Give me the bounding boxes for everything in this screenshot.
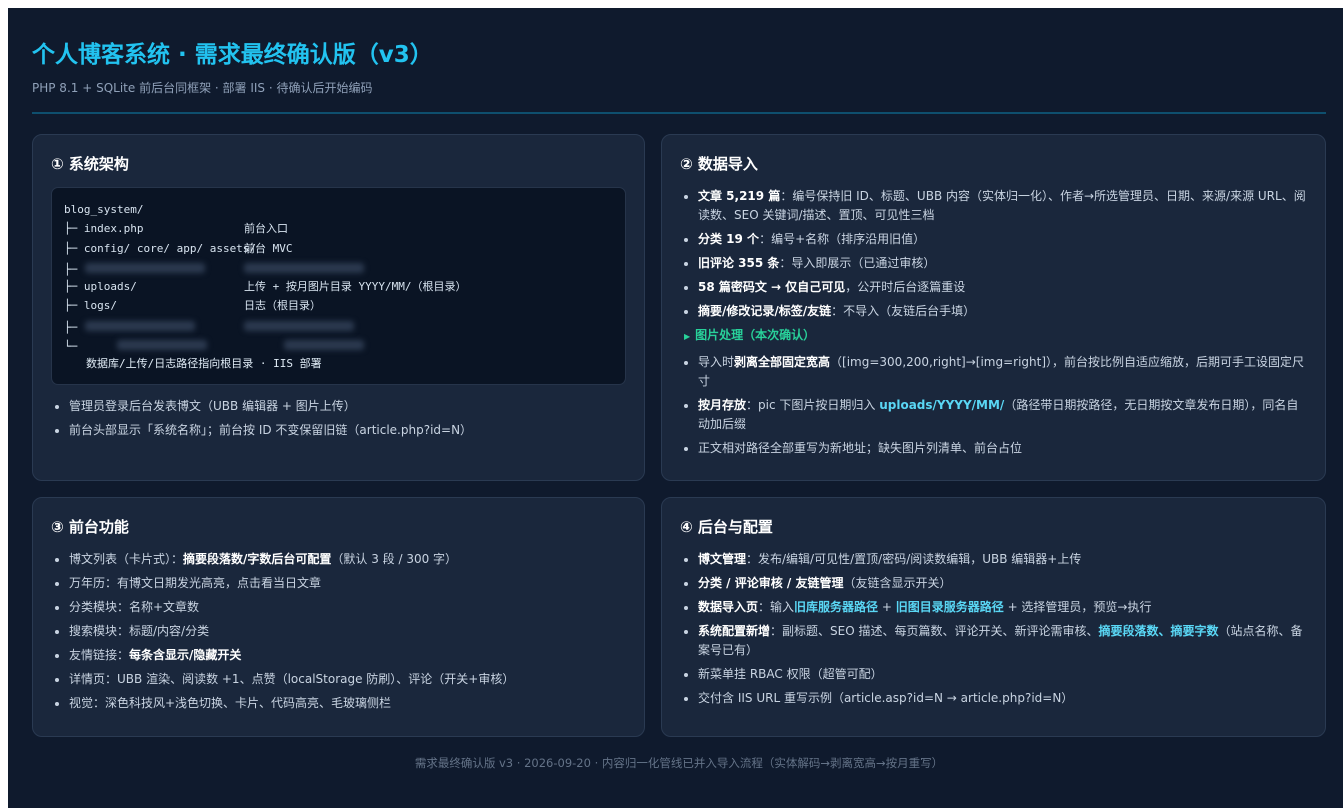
image-processing-subheading: ▶ 图片处理（本次确认） [684, 328, 816, 342]
list-item: 友情链接：每条含显示/隐藏开关 [69, 646, 626, 665]
list-item: 导入时剥离全部固定宽高（[img=300,200,right]→[img=rig… [698, 353, 1307, 391]
card-data-import: ② 数据导入 文章 5,219 篇：编号保持旧 ID、标题、UBB 内容（实体归… [661, 134, 1326, 481]
list-item: 文章 5,219 篇：编号保持旧 ID、标题、UBB 内容（实体归一化）、作者→… [698, 187, 1307, 225]
list-item: 搜索模块：标题/内容/分类 [69, 622, 626, 641]
list-item: 博文管理：发布/编辑/可见性/置顶/密码/阅读数编辑，UBB 编辑器+上传 [698, 550, 1307, 569]
code-line-redacted: └─ [64, 335, 613, 354]
import-bullets: 文章 5,219 篇：编号保持旧 ID、标题、UBB 内容（实体归一化）、作者→… [680, 187, 1307, 321]
code-line: 数据库/上传/日志路径指向根目录 · IIS 部署 [86, 357, 322, 371]
code-line: ├─ uploads/上传 + 按月图片目录 YYYY/MM/（根目录） [64, 280, 467, 294]
list-item: 旧评论 355 条：导入即展示（已通过审核） [698, 254, 1307, 273]
page: 个人博客系统 · 需求最终确认版（v3） PHP 8.1 + SQLite 前后… [8, 8, 1343, 808]
list-item: 视觉：深色科技风+浅色切换、卡片、代码高亮、毛玻璃侧栏 [69, 694, 626, 713]
list-item: 分类模块：名称+文章数 [69, 598, 626, 617]
image-bullets: 导入时剥离全部固定宽高（[img=300,200,right]→[img=rig… [680, 353, 1307, 458]
page-footer: 需求最终确认版 v3 · 2026-09-20 · 内容归一化管线已并入导入流程… [414, 756, 944, 770]
list-item: 交付含 IIS URL 重写示例（article.asp?id=N → arti… [698, 689, 1307, 708]
header-divider [32, 112, 1326, 114]
arch-bullets: 管理员登录后台发表博文（UBB 编辑器 + 图片上传） 前台头部显示「系统名称」… [51, 397, 626, 440]
list-item: 按月存放：pic 下图片按日期归入 uploads/YYYY/MM/（路径带日期… [698, 396, 1307, 434]
card-title: ① 系统架构 [51, 155, 129, 173]
list-item: 数据导入页：输入旧库服务器路径 + 旧图目录服务器路径 + 选择管理员，预览→执… [698, 598, 1307, 617]
page-title: 个人博客系统 · 需求最终确认版（v3） [32, 42, 433, 68]
code-line-redacted: ├─ [64, 258, 613, 277]
page-header: 个人博客系统 · 需求最终确认版（v3） PHP 8.1 + SQLite 前后… [32, 8, 1326, 114]
card-title: ④ 后台与配置 [680, 518, 773, 536]
code-line: ├─ index.php 前台入口 [64, 222, 288, 236]
card-architecture: ① 系统架构 blog_system/ ├─ index.php 前台入口 ├─ … [32, 134, 645, 481]
list-item: 分类 19 个：编号+名称（排序沿用旧值） [698, 230, 1307, 249]
list-item: 系统配置新增：副标题、SEO 描述、每页篇数、评论开关、新评论需审核、摘要段落数… [698, 622, 1307, 660]
list-item: 详情页：UBB 渲染、阅读数 +1、点赞（localStorage 防刷）、评论… [69, 670, 626, 689]
code-line: ├─ logs/日志（根目录） [64, 299, 321, 313]
card-title: ③ 前台功能 [51, 518, 129, 536]
triangle-right-icon: ▶ [684, 332, 691, 341]
page-subtitle: PHP 8.1 + SQLite 前后台同框架 · 部署 IIS · 待确认后开… [32, 81, 373, 95]
redacted-text [284, 340, 364, 351]
redacted-text [117, 340, 208, 351]
card-frontend-features: ③ 前台功能 博文列表（卡片式）：摘要段落数/字数后台可配置（默认 3 段 / … [32, 497, 645, 737]
redacted-text [85, 262, 206, 273]
admin-bullets: 博文管理：发布/编辑/可见性/置顶/密码/阅读数编辑，UBB 编辑器+上传 分类… [680, 550, 1307, 708]
card-admin-config: ④ 后台与配置 博文管理：发布/编辑/可见性/置顶/密码/阅读数编辑，UBB 编… [661, 497, 1326, 737]
redacted-text [85, 320, 196, 331]
list-item: 新菜单挂 RBAC 权限（超管可配） [698, 665, 1307, 684]
code-line: ├─ config/ core/ app/ assets/前台 MVC [64, 241, 293, 255]
list-item: 万年历：有博文日期发光高亮，点击看当日文章 [69, 574, 626, 593]
list-item: 分类 / 评论审核 / 友链管理（友链含显示开关） [698, 574, 1307, 593]
list-item: 正文相对路径全部重写为新地址；缺失图片列清单、前台占位 [698, 439, 1307, 458]
list-item: 管理员登录后台发表博文（UBB 编辑器 + 图片上传） [69, 397, 626, 416]
redacted-text [244, 262, 364, 273]
list-item: 58 篇密码文 → 仅自己可见，公开时后台逐篇重设 [698, 278, 1307, 297]
list-item: 前台头部显示「系统名称」；前台按 ID 不变保留旧链（article.php?i… [69, 421, 626, 440]
list-item: 博文列表（卡片式）：摘要段落数/字数后台可配置（默认 3 段 / 300 字） [69, 550, 626, 569]
code-line-redacted: ├─ [64, 316, 613, 335]
card-grid: ① 系统架构 blog_system/ ├─ index.php 前台入口 ├─ … [32, 134, 1326, 737]
redacted-text [244, 320, 354, 331]
list-item: 摘要/修改记录/标签/友链：不导入（友链后台手填） [698, 302, 1307, 321]
code-line: blog_system/ [64, 203, 144, 216]
frontend-bullets: 博文列表（卡片式）：摘要段落数/字数后台可配置（默认 3 段 / 300 字） … [51, 550, 626, 713]
directory-tree-code: blog_system/ ├─ index.php 前台入口 ├─ config/… [51, 187, 626, 385]
card-title: ② 数据导入 [680, 155, 758, 173]
